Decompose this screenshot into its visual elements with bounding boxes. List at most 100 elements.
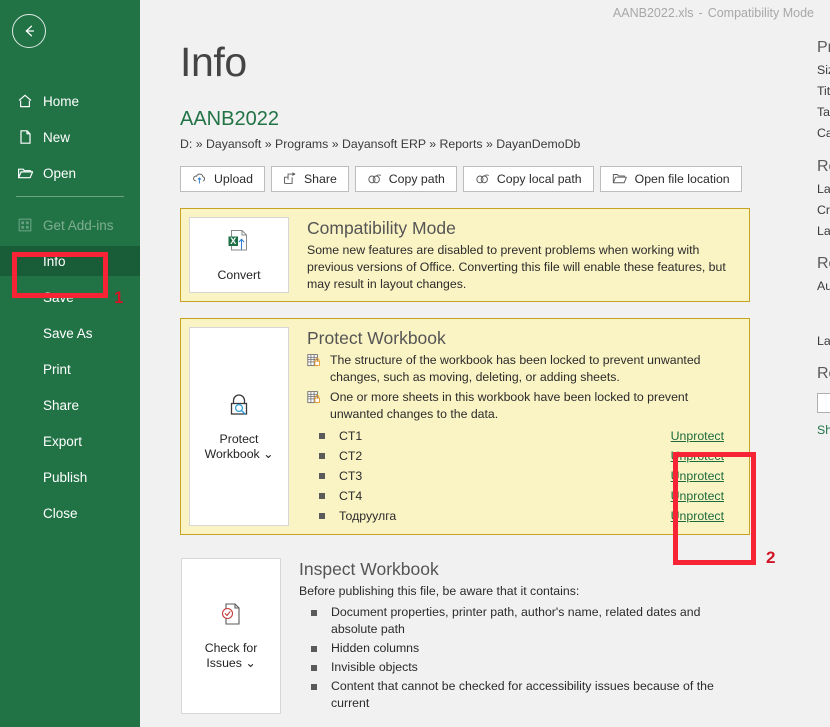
check-issues-line1: Check for [204,641,258,656]
sidebar-item-label: Export [43,433,83,449]
convert-button-label: Convert [217,267,261,282]
related-documents-heading: Related Documents [817,365,830,383]
list-item: Invisible objects [299,659,739,676]
home-icon [16,92,34,110]
property-label-title: Title [817,84,830,99]
unprotect-link[interactable]: Unprotect [671,449,724,463]
path-button-label: Copy local path [496,171,582,186]
sidebar-item-open[interactable]: Open [0,158,140,188]
compatibility-card-body: Compatibility Mode Some new features are… [289,217,741,293]
protect-note: The structure of the workbook has been l… [307,352,731,386]
open-file-location-link[interactable] [817,393,830,414]
sheet-row: CT3 Unprotect [307,466,731,486]
bullet-icon [319,492,325,499]
sidebar-item-close[interactable]: Close [0,498,140,528]
path-button-label: Share [303,171,337,186]
folder-open-icon [612,172,628,185]
inspect-workbook-card: Check for Issues ⌄ Inspect Workbook Befor… [180,556,750,715]
list-item: Content that cannot be checked for acces… [299,678,739,712]
sheet-name: CT2 [339,448,363,463]
property-label-tags: Tags [817,105,830,120]
page-title: Info [180,39,247,85]
add-ins-icon [16,216,34,234]
bullet-icon [311,645,317,652]
sidebar-item-get-add-ins[interactable]: Get Add-ins [0,210,140,240]
unprotect-link[interactable]: Unprotect [671,429,724,443]
bullet-icon [311,664,317,671]
sidebar-item-label: Info [43,253,66,269]
inspect-title: Inspect Workbook [299,558,439,579]
back-arrow-icon [20,22,38,40]
protect-note-text: The structure of the workbook has been l… [330,352,701,384]
cloud-upload-icon [192,172,207,185]
inspect-item-text: Hidden columns [331,640,420,655]
protected-sheet-list: CT1 Unprotect CT2 Unprotect CT3 Unprotec… [307,426,731,526]
inspect-doc-icon [216,600,246,634]
protect-label-line1: Protect [219,431,259,446]
sheet-row: CT2 Unprotect [307,446,731,466]
bullet-icon [311,683,317,690]
sidebar-divider [16,196,124,197]
property-label-last-printed: Last Printed [817,223,830,238]
sidebar-item-info[interactable]: Info [0,246,140,276]
backstage-sidebar: Home New Open Get Add-ins Info Save Save… [0,0,140,727]
unprotect-link[interactable]: Unprotect [671,509,724,523]
copy-path-button[interactable]: Copy path [354,165,457,192]
property-label-created: Created [817,202,830,217]
sidebar-item-home[interactable]: Home [0,86,140,116]
related-dates-heading: Related Dates [817,157,830,175]
back-button[interactable] [12,14,46,48]
inspect-intro: Before publishing this file, be aware th… [299,583,580,598]
window-titlebar: AANB2022.xls - Compatibility Mode [140,0,830,26]
sheet-lock-icon [307,389,322,410]
properties-heading: Properties [817,39,830,56]
bullet-icon [319,512,325,519]
unprotect-link[interactable]: Unprotect [671,469,724,483]
folder-icon [16,164,34,182]
copy-local-path-button[interactable]: Copy local path [462,165,594,192]
protect-workbook-button[interactable]: Protect Workbook ⌄ [189,326,289,526]
sidebar-item-label: Save As [43,325,93,341]
bullet-icon [319,472,325,479]
sidebar-item-print[interactable]: Print [0,354,140,384]
sheet-name: CT3 [339,468,363,483]
list-item: Document properties, printer path, autho… [299,604,739,638]
info-pane: Info AANB2022 D: » Dayansoft » Programs … [140,26,805,727]
sidebar-item-label: Close [43,505,78,521]
property-label-last-modified-by: Last Modified By [817,334,830,349]
sidebar-item-share[interactable]: Share [0,390,140,420]
backstage-nav-list: Home New Open Get Add-ins Info Save Save… [0,86,140,534]
share-button[interactable]: Share [270,165,349,192]
chevron-down-icon: ⌄ [245,656,256,671]
sidebar-item-save-as[interactable]: Save As [0,318,140,348]
sidebar-item-label: Open [43,165,77,181]
link-icon [367,173,382,185]
sidebar-item-publish[interactable]: Publish [0,462,140,492]
convert-button[interactable]: X Convert [189,216,289,293]
inspect-item-text: Document properties, printer path, autho… [331,604,701,636]
show-all-properties-link[interactable]: Show All Properties [817,423,830,437]
protect-note: One or more sheets in this workbook have… [307,389,731,423]
sheet-name: Тодруулга [339,508,397,523]
sidebar-item-label: Share [43,397,80,413]
check-for-issues-button[interactable]: Check for Issues ⌄ [181,557,281,714]
sidebar-item-new[interactable]: New [0,122,140,152]
sheet-name: CT1 [339,428,363,443]
compatibility-title: Compatibility Mode [307,217,456,238]
sheet-row: CT1 Unprotect [307,426,731,446]
check-issues-label: Check for Issues ⌄ [205,641,258,671]
list-item: Hidden columns [299,640,739,657]
unprotect-link[interactable]: Unprotect [671,489,724,503]
path-button-label: Upload [214,171,253,186]
lock-key-icon [224,391,254,425]
breadcrumb-path: D: » Dayansoft » Programs » Dayansoft ER… [180,137,581,151]
upload-button[interactable]: Upload [180,165,265,192]
sidebar-item-export[interactable]: Export [0,426,140,456]
svg-text:X: X [230,236,236,246]
sheet-name: CT4 [339,488,363,503]
sheet-row: Тодруулга Unprotect [307,506,731,526]
open-file-location-button[interactable]: Open file location [599,165,742,192]
inspect-item-text: Content that cannot be checked for acces… [331,678,714,710]
sidebar-item-save[interactable]: Save [0,282,140,312]
protect-note-text: One or more sheets in this workbook have… [330,389,689,421]
